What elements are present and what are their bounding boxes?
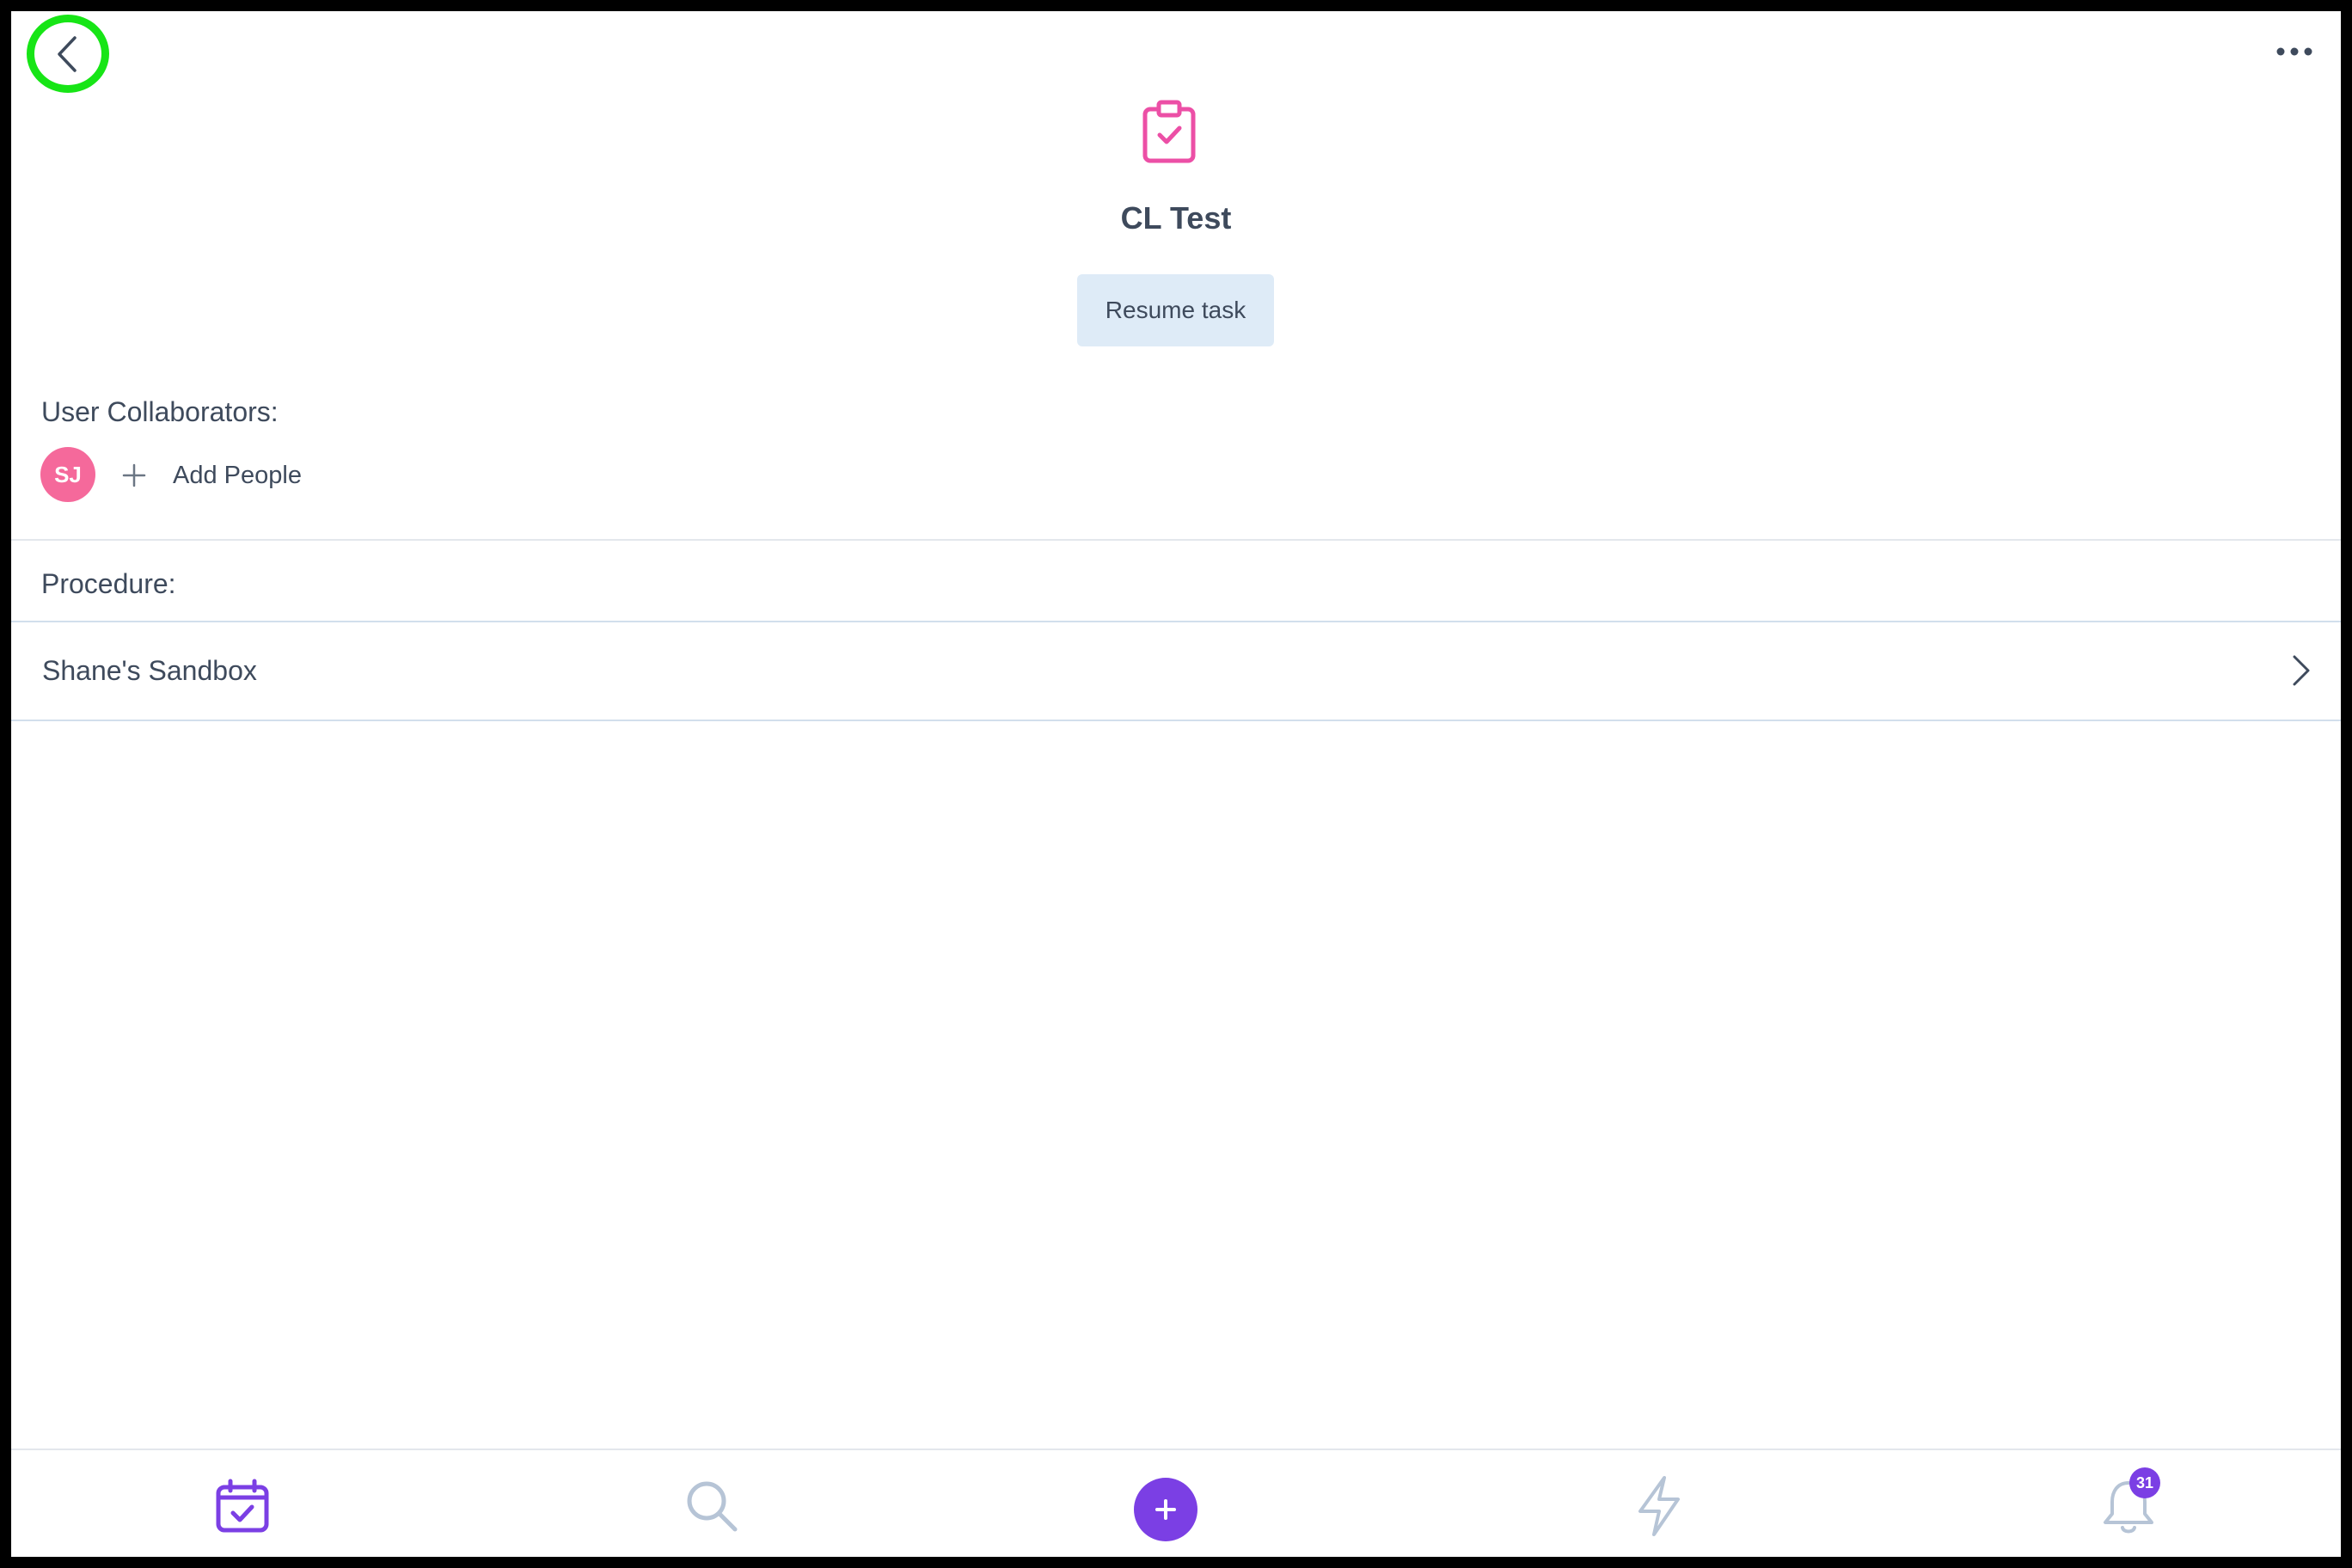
notification-badge: 31 xyxy=(2129,1467,2160,1498)
procedure-row[interactable]: Shane's Sandbox xyxy=(11,622,2341,720)
avatar[interactable]: SJ xyxy=(40,447,95,502)
plus-icon xyxy=(114,456,154,495)
add-people-label: Add People xyxy=(173,461,302,489)
add-people-button[interactable]: Add People xyxy=(114,453,302,498)
procedure-name: Shane's Sandbox xyxy=(42,655,257,686)
tab-activity[interactable] xyxy=(1620,1467,1698,1545)
search-icon xyxy=(687,1481,738,1532)
section-divider xyxy=(11,720,2341,721)
tab-bar: 31 xyxy=(11,1449,2341,1557)
clipboard-check-icon xyxy=(1142,100,1196,163)
tab-notifications[interactable]: 31 xyxy=(2090,1467,2167,1545)
resume-task-button[interactable]: Resume task xyxy=(1077,274,1274,346)
more-options-button[interactable] xyxy=(2267,32,2322,71)
plus-icon xyxy=(1155,1499,1176,1520)
create-button[interactable] xyxy=(1134,1478,1197,1541)
calendar-check-icon xyxy=(216,1479,269,1533)
back-button[interactable] xyxy=(27,15,109,93)
lightning-icon xyxy=(1638,1476,1680,1536)
section-divider xyxy=(11,539,2341,541)
chevron-right-icon xyxy=(2293,655,2310,686)
collaborators-label: User Collaborators: xyxy=(41,396,279,427)
chevron-left-icon xyxy=(58,35,77,72)
app-window: CL Test Resume task User Collaborators: … xyxy=(11,11,2341,1557)
tab-tasks[interactable] xyxy=(204,1467,281,1545)
more-horizontal-icon xyxy=(2276,47,2312,56)
procedure-label: Procedure: xyxy=(41,568,176,599)
tab-search[interactable] xyxy=(673,1467,750,1545)
task-title: CL Test xyxy=(1120,200,1232,236)
